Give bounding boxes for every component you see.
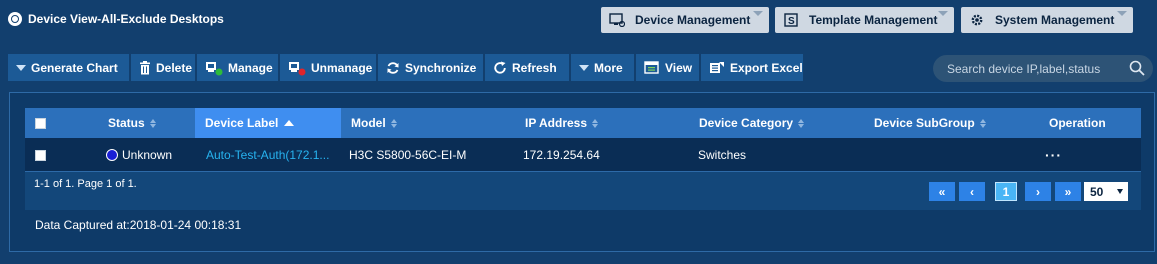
device-label-link[interactable]: Auto-Test-Auth(172.1... bbox=[206, 138, 329, 172]
button-label: Delete bbox=[156, 60, 193, 75]
column-label: Device Category bbox=[699, 116, 794, 130]
column-label: Device Label bbox=[205, 116, 279, 130]
refresh-button[interactable]: Refresh bbox=[485, 54, 569, 81]
data-captured-timestamp: Data Captured at:2018-01-24 00:18:31 bbox=[35, 218, 242, 232]
dropdown-caret-icon bbox=[579, 64, 589, 71]
select-all-checkbox-cell bbox=[35, 108, 46, 138]
row-checkbox-cell bbox=[35, 138, 46, 172]
sort-icon bbox=[592, 118, 599, 128]
column-header-device-subgroup[interactable]: Device SubGroup bbox=[874, 108, 986, 138]
monitor-icon bbox=[609, 13, 625, 27]
button-label: View bbox=[665, 60, 693, 75]
table-footer: 1-1 of 1. Page 1 of 1. « ‹ 1 › » 50 bbox=[25, 172, 1141, 210]
column-header-status[interactable]: Status bbox=[108, 108, 156, 138]
status-text: Unknown bbox=[122, 148, 173, 162]
button-label: Synchronize bbox=[405, 60, 477, 75]
status-unknown-icon bbox=[106, 149, 118, 161]
unmanage-device-icon bbox=[288, 60, 306, 76]
refresh-icon bbox=[493, 61, 507, 75]
button-label: Refresh bbox=[512, 60, 557, 75]
model-cell: H3C S5800-56C-EI-M bbox=[349, 148, 467, 162]
tab-template-management[interactable]: S Template Management bbox=[775, 7, 954, 33]
search-box bbox=[933, 55, 1153, 82]
page-title: Device View-All-Exclude Desktops bbox=[8, 12, 224, 26]
gear-icon bbox=[969, 13, 985, 27]
title-bar: Device View-All-Exclude Desktops Device … bbox=[0, 0, 1157, 40]
dropdown-caret-icon bbox=[16, 64, 26, 71]
sync-icon bbox=[386, 61, 400, 75]
synchronize-button[interactable]: Synchronize bbox=[378, 54, 483, 81]
button-label: More bbox=[594, 60, 623, 75]
chevron-down-icon bbox=[753, 11, 763, 16]
sort-icon bbox=[390, 118, 397, 128]
toolbar: Generate Chart Delete Manage Unmanage Sy… bbox=[8, 54, 805, 81]
column-label: Model bbox=[351, 116, 386, 130]
column-label: IP Address bbox=[525, 116, 588, 130]
last-page-button[interactable]: » bbox=[1055, 182, 1081, 201]
operation-menu-icon[interactable]: ··· bbox=[1045, 138, 1062, 172]
sort-icon bbox=[979, 118, 986, 128]
delete-button[interactable]: Delete bbox=[131, 54, 195, 81]
page-title-text: Device View-All-Exclude Desktops bbox=[28, 12, 224, 26]
device-category-cell: Switches bbox=[698, 148, 747, 162]
manage-device-icon bbox=[205, 60, 223, 76]
device-list-panel: Status Device Label Model IP Address Dev… bbox=[9, 92, 1155, 252]
tab-device-management[interactable]: Device Management bbox=[601, 7, 769, 33]
column-header-device-label[interactable]: Device Label bbox=[195, 108, 341, 138]
svg-text:S: S bbox=[788, 16, 795, 27]
sort-ascending-icon bbox=[284, 120, 295, 126]
globe-icon bbox=[8, 12, 22, 26]
sort-icon bbox=[149, 118, 156, 128]
first-page-button[interactable]: « bbox=[929, 182, 955, 201]
button-label: Export Excel bbox=[730, 60, 803, 75]
column-label: Operation bbox=[1049, 116, 1106, 130]
pagination-info: 1-1 of 1. Page 1 of 1. bbox=[34, 178, 137, 190]
page-size-value: 50 bbox=[1090, 184, 1104, 199]
column-header-device-category[interactable]: Device Category bbox=[699, 108, 805, 138]
tab-system-management[interactable]: System Management bbox=[961, 7, 1133, 33]
chevron-down-icon bbox=[1117, 189, 1123, 194]
row-checkbox[interactable] bbox=[35, 149, 46, 161]
status-cell: Unknown bbox=[106, 138, 172, 172]
more-button[interactable]: More bbox=[571, 54, 634, 81]
ip-address-cell: 172.19.254.64 bbox=[523, 148, 600, 162]
view-icon bbox=[644, 60, 660, 75]
export-excel-button[interactable]: Export Excel bbox=[701, 54, 803, 81]
device-table: Status Device Label Model IP Address Dev… bbox=[25, 108, 1141, 210]
tab-label: Device Management bbox=[635, 13, 751, 27]
column-header-model[interactable]: Model bbox=[351, 108, 397, 138]
column-header-ip-address[interactable]: IP Address bbox=[525, 108, 599, 138]
tab-label: System Management bbox=[995, 13, 1115, 27]
table-row[interactable]: Unknown Auto-Test-Auth(172.1... H3C S580… bbox=[25, 138, 1141, 172]
chevron-down-icon bbox=[1117, 11, 1127, 16]
column-label: Status bbox=[108, 116, 145, 130]
view-button[interactable]: View bbox=[636, 54, 699, 81]
chevron-down-icon bbox=[938, 11, 948, 16]
unmanage-button[interactable]: Unmanage bbox=[280, 54, 376, 81]
template-icon: S bbox=[783, 13, 799, 27]
prev-page-button[interactable]: ‹ bbox=[959, 182, 985, 201]
button-label: Manage bbox=[228, 60, 273, 75]
tab-label: Template Management bbox=[809, 13, 938, 27]
next-page-button[interactable]: › bbox=[1025, 182, 1051, 201]
trash-icon bbox=[139, 60, 151, 75]
select-all-checkbox[interactable] bbox=[35, 117, 46, 129]
current-page-button[interactable]: 1 bbox=[995, 182, 1017, 201]
column-header-operation: Operation bbox=[1049, 108, 1106, 138]
sort-icon bbox=[798, 118, 805, 128]
search-input[interactable] bbox=[945, 60, 1129, 77]
table-header: Status Device Label Model IP Address Dev… bbox=[25, 108, 1141, 138]
column-label: Device SubGroup bbox=[874, 116, 975, 130]
manage-button[interactable]: Manage bbox=[197, 54, 278, 81]
export-icon bbox=[709, 61, 725, 75]
button-label: Unmanage bbox=[311, 60, 373, 75]
search-icon[interactable] bbox=[1129, 60, 1145, 79]
page-size-select[interactable]: 50 bbox=[1084, 182, 1128, 201]
button-label: Generate Chart bbox=[31, 60, 118, 75]
generate-chart-button[interactable]: Generate Chart bbox=[8, 54, 129, 81]
